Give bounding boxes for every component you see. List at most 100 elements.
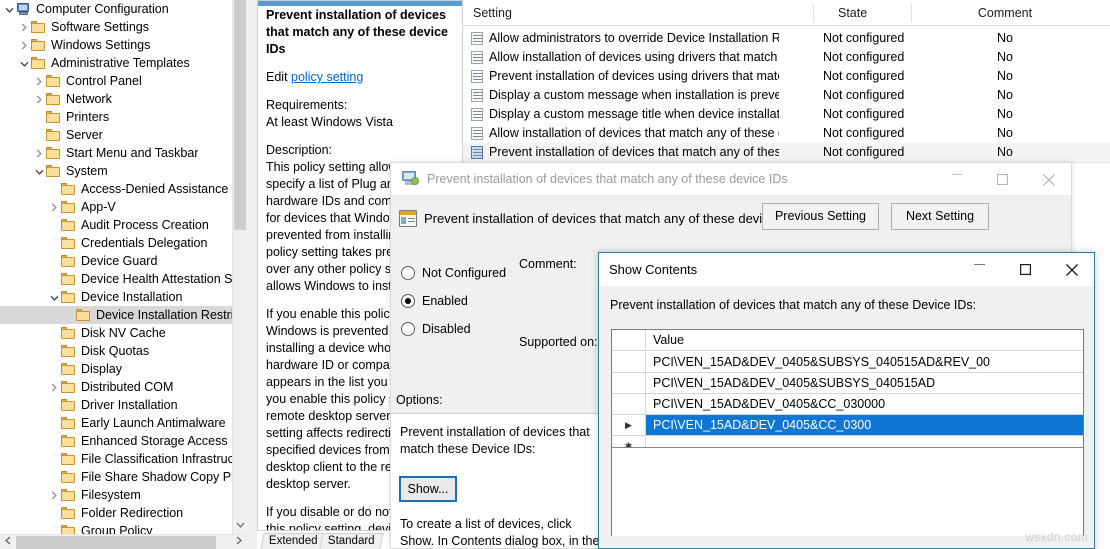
- grid-row[interactable]: PCI\VEN_15AD&DEV_0405&SUBSYS_040515AD: [612, 373, 1083, 394]
- settings-list-row[interactable]: Display a custom message when installati…: [463, 86, 1110, 105]
- grid-row[interactable]: PCI\VEN_15AD&DEV_0405&SUBSYS_040515AD&RE…: [612, 352, 1083, 373]
- chevron-right-icon[interactable]: [47, 486, 61, 504]
- tree-item[interactable]: Folder Redirection: [0, 504, 232, 522]
- tree-scroll-down-icon[interactable]: [233, 518, 247, 534]
- radio-not-configured[interactable]: Not Configured: [401, 259, 506, 287]
- tree-item[interactable]: Display: [0, 360, 232, 378]
- radio-disabled[interactable]: Disabled: [401, 315, 506, 343]
- tree-item[interactable]: App-V: [0, 198, 232, 216]
- radio-enabled-icon[interactable]: [401, 294, 415, 308]
- tree-item[interactable]: Disk Quotas: [0, 342, 232, 360]
- settings-list-row[interactable]: Allow installation of devices that match…: [463, 124, 1110, 143]
- tab-standard[interactable]: Standard: [319, 533, 383, 549]
- tree-item[interactable]: Printers: [0, 108, 232, 126]
- tree-item[interactable]: Network: [0, 90, 232, 108]
- chevron-right-icon[interactable]: [47, 198, 61, 216]
- maximize-icon[interactable]: [1003, 253, 1048, 284]
- tree-item[interactable]: Device Health Attestation S: [0, 270, 232, 288]
- column-divider-2[interactable]: [911, 4, 912, 22]
- tree-item[interactable]: File Classification Infrastruc: [0, 450, 232, 468]
- radio-not-configured-icon[interactable]: [401, 266, 415, 280]
- next-setting-button[interactable]: Next Setting: [891, 203, 989, 230]
- tree-item[interactable]: Credentials Delegation: [0, 234, 232, 252]
- grid-row-selector[interactable]: [612, 373, 646, 394]
- tree-item[interactable]: Computer Configuration: [0, 0, 232, 18]
- tree-item[interactable]: Distributed COM: [0, 378, 232, 396]
- tree-item[interactable]: Disk NV Cache: [0, 324, 232, 342]
- settings-list-row[interactable]: Prevent installation of devices that mat…: [463, 143, 1110, 162]
- grid-row[interactable]: ▶PCI\VEN_15AD&DEV_0405&CC_0300: [612, 415, 1083, 436]
- tree-item[interactable]: Audit Process Creation: [0, 216, 232, 234]
- minimize-icon[interactable]: [957, 253, 1002, 284]
- tree-item[interactable]: Device Installation Restri: [0, 306, 232, 324]
- tree-item[interactable]: Device Installation: [0, 288, 232, 306]
- column-header-setting[interactable]: Setting: [473, 0, 512, 26]
- tree-item[interactable]: Access-Denied Assistance: [0, 180, 232, 198]
- tree-item[interactable]: Server: [0, 126, 232, 144]
- folder-icon: [46, 164, 62, 178]
- minimize-icon[interactable]: [935, 163, 980, 194]
- tree-scroll-left-icon[interactable]: [0, 535, 15, 549]
- settings-list-row[interactable]: Display a custom message title when devi…: [463, 105, 1110, 124]
- close-icon[interactable]: [1026, 163, 1071, 194]
- folder-icon: [61, 218, 77, 232]
- grid-cell-value[interactable]: PCI\VEN_15AD&DEV_0405&CC_0300: [646, 415, 1083, 436]
- tree-hscrollbar-thumb[interactable]: [16, 536, 216, 549]
- tree-item[interactable]: Driver Installation: [0, 396, 232, 414]
- grid-column-header-value[interactable]: Value: [646, 330, 1083, 351]
- chevron-right-icon[interactable]: [47, 378, 61, 396]
- chevron-right-icon[interactable]: [32, 144, 46, 162]
- tree-item[interactable]: Start Menu and Taskbar: [0, 144, 232, 162]
- device-ids-grid[interactable]: ValuePCI\VEN_15AD&DEV_0405&SUBSYS_040515…: [611, 329, 1084, 536]
- radio-disabled-icon[interactable]: [401, 322, 415, 336]
- settings-list-row[interactable]: Allow installation of devices using driv…: [463, 48, 1110, 67]
- settings-list-row[interactable]: Allow administrators to override Device …: [463, 29, 1110, 48]
- tree-item[interactable]: System: [0, 162, 232, 180]
- folder-icon: [46, 146, 62, 160]
- console-tree-pane[interactable]: Computer ConfigurationSoftware SettingsW…: [0, 0, 232, 534]
- grid-cell-value[interactable]: PCI\VEN_15AD&DEV_0405&SUBSYS_040515AD&RE…: [646, 352, 1083, 373]
- chevron-right-icon[interactable]: [32, 90, 46, 108]
- chevron-down-icon[interactable]: [32, 162, 46, 180]
- policy-setting-link[interactable]: policy setting: [291, 70, 363, 84]
- settings-list-row[interactable]: Prevent installation of devices using dr…: [463, 67, 1110, 86]
- tree-horizontal-scrollbar[interactable]: [0, 534, 246, 549]
- show-button[interactable]: Show...: [399, 476, 457, 502]
- tree-scroll-right-icon[interactable]: [231, 535, 246, 549]
- tree-item[interactable]: Device Guard: [0, 252, 232, 270]
- tree-item[interactable]: Control Panel: [0, 72, 232, 90]
- radio-enabled[interactable]: Enabled: [401, 287, 506, 315]
- grid-row-selector[interactable]: [612, 394, 646, 415]
- tree-item[interactable]: Early Launch Antimalware: [0, 414, 232, 432]
- chevron-down-icon[interactable]: [2, 0, 16, 18]
- tree-item[interactable]: Enhanced Storage Access: [0, 432, 232, 450]
- grid-cell-value[interactable]: PCI\VEN_15AD&DEV_0405&CC_030000: [646, 394, 1083, 415]
- tree-item[interactable]: Software Settings: [0, 18, 232, 36]
- policy-dialog-titlebar[interactable]: Prevent installation of devices that mat…: [391, 163, 1071, 195]
- grid-row-selector[interactable]: [612, 352, 646, 373]
- tree-vertical-scrollbar[interactable]: [232, 0, 246, 534]
- close-icon[interactable]: [1049, 253, 1094, 284]
- chevron-down-icon[interactable]: [17, 54, 31, 72]
- tree-item[interactable]: Group Policy: [0, 522, 232, 534]
- tree-item[interactable]: Administrative Templates: [0, 54, 232, 72]
- show-contents-titlebar[interactable]: Show Contents: [599, 253, 1094, 286]
- grid-row[interactable]: PCI\VEN_15AD&DEV_0405&CC_030000: [612, 394, 1083, 415]
- previous-setting-button[interactable]: Previous Setting: [762, 203, 879, 230]
- chevron-down-icon[interactable]: [47, 288, 61, 306]
- tab-extended[interactable]: Extended: [260, 533, 326, 549]
- chevron-right-icon[interactable]: [17, 18, 31, 36]
- grid-row-selector[interactable]: ▶: [612, 415, 646, 436]
- pane-splitter[interactable]: [246, 0, 257, 549]
- tree-vscrollbar-thumb[interactable]: [234, 0, 246, 230]
- column-divider-1[interactable]: [813, 4, 814, 22]
- grid-cell-value[interactable]: PCI\VEN_15AD&DEV_0405&SUBSYS_040515AD: [646, 373, 1083, 394]
- tree-item[interactable]: Filesystem: [0, 486, 232, 504]
- tree-item[interactable]: File Share Shadow Copy Pro: [0, 468, 232, 486]
- column-header-comment[interactable]: Comment: [975, 0, 1035, 26]
- maximize-icon[interactable]: [980, 163, 1025, 194]
- chevron-right-icon[interactable]: [17, 36, 31, 54]
- chevron-right-icon[interactable]: [32, 72, 46, 90]
- column-header-state[interactable]: State: [838, 0, 938, 26]
- tree-item[interactable]: Windows Settings: [0, 36, 232, 54]
